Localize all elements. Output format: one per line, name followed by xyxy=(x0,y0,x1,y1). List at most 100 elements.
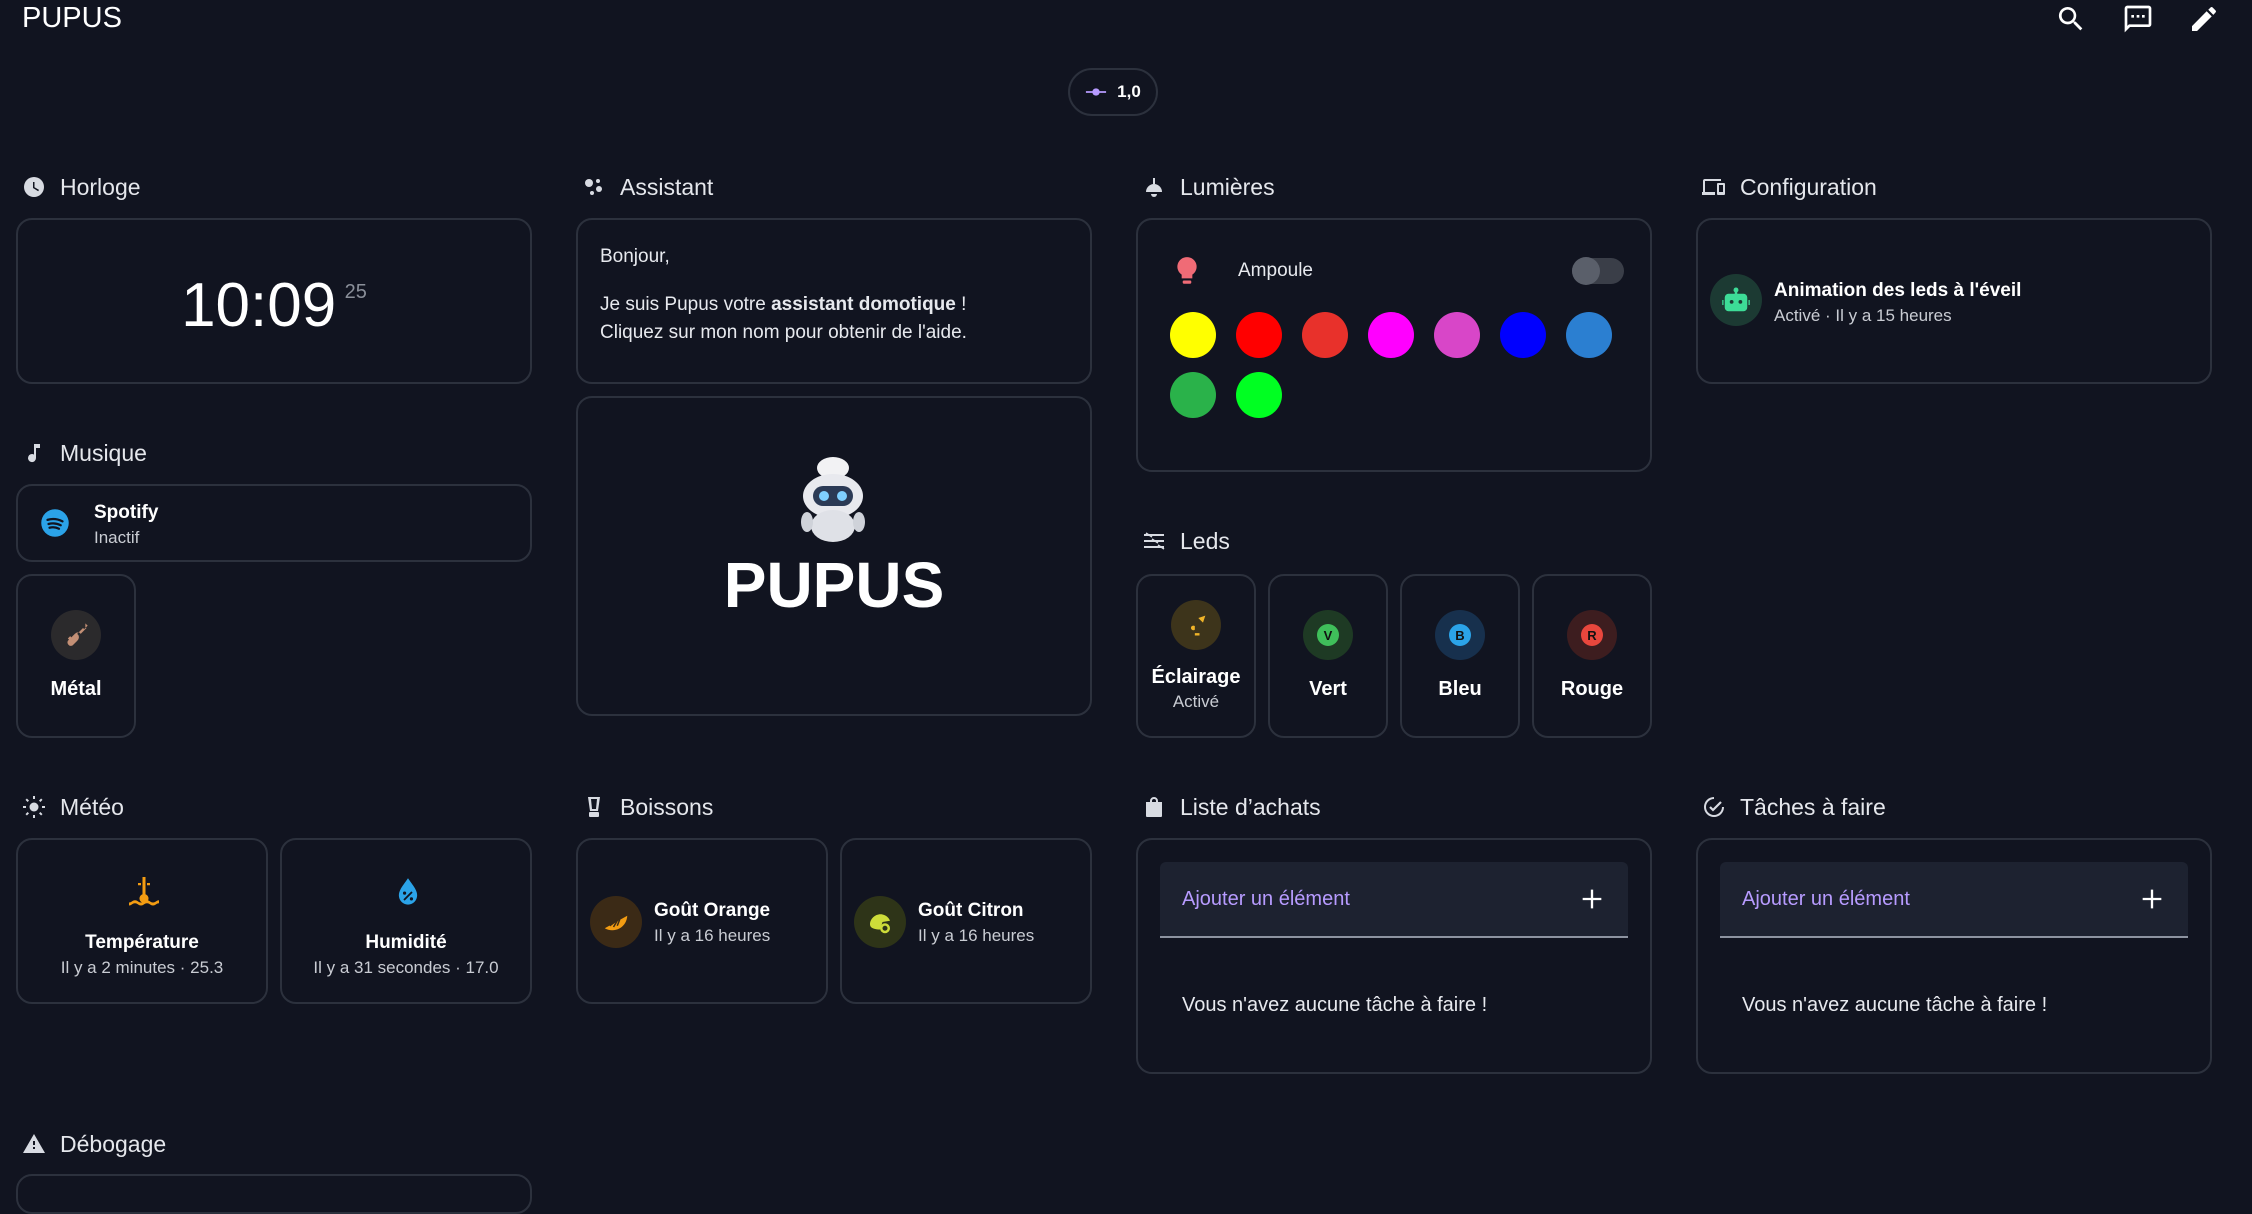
logo-text: PUPUS xyxy=(723,549,945,621)
guitar-icon xyxy=(51,610,101,660)
lemon-icon xyxy=(854,896,906,948)
color-swatch[interactable] xyxy=(1434,312,1480,358)
light-name[interactable]: Ampoule xyxy=(1238,260,1313,282)
plus-icon[interactable] xyxy=(1578,885,1606,913)
devices-icon xyxy=(1702,179,1725,195)
humidity-title: Humidité xyxy=(365,932,447,953)
citron-title: Goût Citron xyxy=(918,900,1024,921)
chip-value: 1,0 xyxy=(1117,82,1141,101)
orange-sub: Il y a 16 heures xyxy=(654,926,771,945)
spotify-sub: Inactif xyxy=(94,528,140,547)
todo-placeholder: Ajouter un élément xyxy=(1742,887,1910,910)
humidity-sub: Il y a 31 secondes · 17.0 xyxy=(313,958,499,977)
temperature-tile[interactable]: Température Il y a 2 minutes · 25.3 xyxy=(16,838,268,1004)
led-sub: Activé xyxy=(1172,692,1220,711)
blender-icon xyxy=(588,797,600,817)
shopping-card: Ajouter un élément Vous n'avez aucune tâ… xyxy=(1136,838,1652,1074)
led-title: Bleu xyxy=(1438,678,1482,700)
shopping-add-input[interactable]: Ajouter un élément xyxy=(1160,862,1628,938)
citron-sub: Il y a 16 heures xyxy=(918,926,1035,945)
color-swatch[interactable] xyxy=(1500,312,1546,358)
search-icon[interactable] xyxy=(2054,2,2088,36)
sun-icon xyxy=(23,796,45,818)
color-swatch[interactable] xyxy=(1170,372,1216,418)
citron-tile[interactable]: Goût Citron Il y a 16 heures xyxy=(840,838,1092,1004)
bulb-icon[interactable] xyxy=(1174,256,1200,288)
config-title: Animation des leds à l'éveil xyxy=(1774,280,2022,301)
clock-card: 10:09 25 xyxy=(16,218,532,384)
temperature-title: Température xyxy=(85,932,199,953)
robot-icon xyxy=(1710,274,1762,326)
app-title: PUPUS xyxy=(22,2,122,34)
config-sub: Activé · Il y a 15 heures xyxy=(1774,306,1952,325)
desk-lamp-icon xyxy=(1171,600,1221,650)
led-title: Vert xyxy=(1309,678,1347,700)
metal-tile[interactable]: Métal xyxy=(16,574,136,738)
section-leds: Leds xyxy=(1142,525,1230,557)
color-swatch[interactable] xyxy=(1170,312,1216,358)
shopping-empty: Vous n'avez aucune tâche à faire ! xyxy=(1182,994,1488,1016)
clipboard-check-icon xyxy=(1704,797,1724,817)
edit-pencil-icon[interactable] xyxy=(2187,2,2221,36)
light-toggle[interactable] xyxy=(1572,257,1624,285)
assistant-card[interactable]: Bonjour, Je suis Pupus votre assistant d… xyxy=(576,218,1092,384)
section-horloge: Horloge xyxy=(22,171,141,203)
metal-title: Métal xyxy=(50,678,102,700)
section-debogage: Débogage xyxy=(22,1128,166,1160)
section-assistant: Assistant xyxy=(582,171,713,203)
section-meteo: Météo xyxy=(22,791,124,823)
orange-title: Goût Orange xyxy=(654,900,771,921)
debug-card xyxy=(16,1174,532,1214)
plus-icon[interactable] xyxy=(2138,885,2166,913)
section-liste-achats: Liste d’achats xyxy=(1142,791,1321,823)
section-boissons: Boissons xyxy=(582,791,713,823)
spotify-icon xyxy=(41,509,69,537)
section-taches: Tâches à faire xyxy=(1702,791,1886,823)
led-letter-icon: B xyxy=(1435,610,1485,660)
color-swatch[interactable] xyxy=(1236,372,1282,418)
led-title: Éclairage xyxy=(1151,666,1241,688)
color-swatch[interactable] xyxy=(1566,312,1612,358)
assist-chat-icon[interactable] xyxy=(2121,2,2155,36)
robot-mascot-icon xyxy=(801,457,865,542)
warning-icon xyxy=(23,1134,45,1153)
color-swatch[interactable] xyxy=(1236,312,1282,358)
slider-icon xyxy=(1086,88,1107,96)
shopping-placeholder: Ajouter un élément xyxy=(1182,887,1350,910)
temperature-sub: Il y a 2 minutes · 25.3 xyxy=(60,958,224,977)
assistant-greeting: Bonjour, xyxy=(600,246,670,267)
spotify-card[interactable]: Spotify Inactif xyxy=(16,484,532,562)
spotify-title: Spotify xyxy=(94,502,159,523)
todo-add-input[interactable]: Ajouter un élément xyxy=(1720,862,2188,938)
section-configuration: Configuration xyxy=(1702,171,1877,203)
assistant-icon xyxy=(585,179,602,195)
thermometer-water-icon xyxy=(129,877,159,906)
led-tile[interactable]: Éclairage Activé xyxy=(1136,574,1256,738)
led-title: Rouge xyxy=(1560,678,1624,700)
led-tile[interactable]: V Vert xyxy=(1268,574,1388,738)
water-percent-icon xyxy=(398,878,418,905)
assistant-line2: Cliquez sur mon nom pour obtenir de l'ai… xyxy=(600,322,967,343)
music-note-icon xyxy=(28,444,40,463)
section-lumieres: Lumières xyxy=(1142,171,1275,203)
lights-card: Ampoule xyxy=(1136,218,1652,472)
color-swatch[interactable] xyxy=(1368,312,1414,358)
logo-card[interactable]: PUPUS xyxy=(576,396,1092,716)
led-tile[interactable]: B Bleu xyxy=(1400,574,1520,738)
color-swatch[interactable] xyxy=(1302,312,1348,358)
shopping-bag-icon xyxy=(1146,797,1162,817)
clock-icon xyxy=(24,177,44,197)
humidity-tile[interactable]: Humidité Il y a 31 secondes · 17.0 xyxy=(280,838,532,1004)
led-letter-icon: V xyxy=(1303,610,1353,660)
orange-tile[interactable]: Goût Orange Il y a 16 heures xyxy=(576,838,828,1004)
config-card[interactable]: Animation des leds à l'éveil Activé · Il… xyxy=(1696,218,2212,384)
clock-time: 10:09 xyxy=(181,271,337,340)
section-musique: Musique xyxy=(22,437,147,469)
led-strip-icon xyxy=(1144,532,1165,550)
clock-seconds: 25 xyxy=(344,281,367,303)
assistant-line1: Je suis Pupus votre assistant domotique … xyxy=(600,294,967,315)
orange-slice-icon xyxy=(590,896,642,948)
energy-chip[interactable]: 1,0 xyxy=(1068,68,1158,116)
ceiling-light-icon xyxy=(1146,178,1162,197)
led-tile[interactable]: R Rouge xyxy=(1532,574,1652,738)
